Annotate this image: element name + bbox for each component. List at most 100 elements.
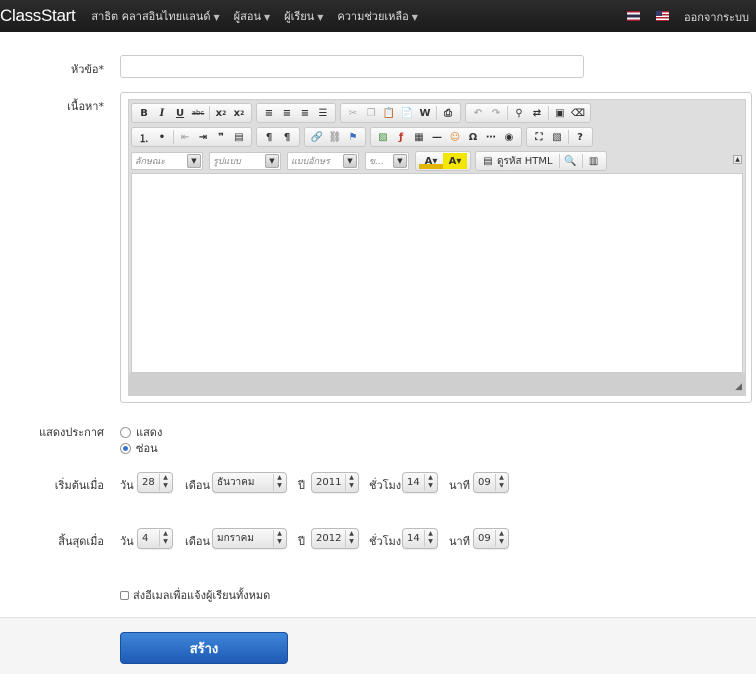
end-day-select[interactable]: 4 ▲ ▼	[137, 528, 173, 549]
find-icon[interactable]: ⚲	[510, 105, 528, 121]
bullet-list-icon[interactable]: •	[153, 129, 171, 145]
cut-icon[interactable]: ✂	[344, 105, 362, 121]
source-icon[interactable]: ▤	[479, 153, 497, 169]
up-down-arrows-icon: ▲ ▼	[495, 530, 507, 547]
anchor-flag-icon[interactable]: ⚑	[344, 129, 362, 145]
format-combo[interactable]: รูปแบบ ▼	[209, 152, 281, 170]
start-day-select[interactable]: 28 ▲ ▼	[137, 472, 173, 493]
up-down-arrows-icon: ▲ ▼	[273, 530, 285, 547]
create-button[interactable]: สร้าง	[120, 632, 288, 664]
align-center-icon[interactable]: ≡	[278, 105, 296, 121]
strikethrough-icon[interactable]: abc	[189, 105, 207, 121]
unlink-icon[interactable]: ⛓	[326, 129, 344, 145]
font-combo[interactable]: แบบอักษร ▼	[287, 152, 359, 170]
nav-teacher[interactable]: ผู้สอน ▼	[234, 7, 270, 25]
copy-icon[interactable]: ❐	[362, 105, 380, 121]
toolbar-separator	[209, 106, 210, 120]
eraser-icon[interactable]: ⌫	[569, 105, 587, 121]
end-month-select[interactable]: มกราคม ▲ ▼	[212, 528, 287, 549]
align-justify-icon[interactable]: ☰	[314, 105, 332, 121]
start-month-select[interactable]: ธันวาคม ▲ ▼	[212, 472, 287, 493]
title-input[interactable]	[120, 55, 584, 78]
bg-color-icon[interactable]: A▾	[443, 153, 467, 169]
flash-icon[interactable]: ƒ	[392, 129, 410, 145]
bold-icon[interactable]: B	[135, 105, 153, 121]
iframe-icon[interactable]: ◉	[500, 129, 518, 145]
paste-icon[interactable]: 📋	[380, 105, 398, 121]
show-blocks-icon[interactable]: ▧	[548, 129, 566, 145]
insert-group: ▨ ƒ ▦ — ☺ Ω ⋯ ◉	[370, 127, 522, 147]
align-right-icon[interactable]: ≡	[296, 105, 314, 121]
up-down-arrows-icon: ▲ ▼	[345, 530, 357, 547]
editor-content-area[interactable]	[131, 173, 743, 373]
help-icon[interactable]: ?	[571, 129, 589, 145]
end-minute-select[interactable]: 09 ▲ ▼	[473, 528, 509, 549]
page-break-icon[interactable]: ⋯	[482, 129, 500, 145]
notify-label: ส่งอีเมลเพื่อแจ้งผู้เรียนทั้งหมด	[133, 589, 271, 602]
logout-link[interactable]: ออกจากระบบ	[684, 8, 749, 26]
paste-text-icon[interactable]: 📄	[398, 105, 416, 121]
horizontal-rule-icon[interactable]: —	[428, 129, 446, 145]
redo-icon[interactable]: ↷	[487, 105, 505, 121]
blockquote-icon[interactable]: ❞	[212, 129, 230, 145]
special-char-icon[interactable]: Ω	[464, 129, 482, 145]
size-combo[interactable]: ข... ▼	[365, 152, 409, 170]
editor-footer: ◢	[129, 373, 745, 395]
nav-help-label: ความช่วยเหลือ	[337, 10, 409, 23]
source-button-label[interactable]: ดูรหัส HTML	[497, 154, 553, 169]
paste-word-icon[interactable]: W	[416, 105, 434, 121]
text-color-icon[interactable]: A▾	[419, 153, 443, 169]
outdent-icon[interactable]: ⇤	[176, 129, 194, 145]
nav-demo-school[interactable]: สาธิต คลาสอินไทยแลนด์ ▼	[91, 7, 219, 25]
templates-icon[interactable]: ▥	[585, 153, 603, 169]
smiley-icon[interactable]: ☺	[446, 129, 464, 145]
italic-icon[interactable]: I	[153, 105, 171, 121]
undo-icon[interactable]: ↶	[469, 105, 487, 121]
underline-icon[interactable]: U	[171, 105, 189, 121]
end-year-select[interactable]: 2012 ▲ ▼	[311, 528, 359, 549]
collapse-toolbar-icon[interactable]: ▲	[733, 155, 742, 164]
subscript-icon[interactable]: x2	[212, 105, 230, 121]
start-minute-select[interactable]: 09 ▲ ▼	[473, 472, 509, 493]
up-down-arrows-icon: ▲ ▼	[159, 474, 171, 491]
align-left-icon[interactable]: ≡	[260, 105, 278, 121]
top-navbar: ClassStart สาธิต คลาสอินไทยแลนด์ ▼ ผู้สอน…	[0, 0, 756, 32]
start-month-label: เดือน	[185, 479, 211, 492]
chevron-down-icon: ▼	[317, 13, 324, 22]
nav-student[interactable]: ผู้เรียน ▼	[284, 7, 323, 25]
print-icon[interactable]: ⎙	[439, 105, 457, 121]
maximize-icon[interactable]: ⛶	[530, 129, 548, 145]
start-minute-value: 09	[478, 477, 491, 488]
resize-handle-icon[interactable]: ◢	[735, 382, 742, 392]
styles-combo[interactable]: ลักษณะ ▼	[131, 152, 203, 170]
numbered-list-icon[interactable]: ⒈	[135, 129, 153, 145]
radio-hide-button[interactable]	[120, 442, 131, 454]
radio-hide[interactable]: ซ่อน	[120, 439, 158, 457]
end-hour-select[interactable]: 14 ▲ ▼	[402, 528, 438, 549]
start-year-select[interactable]: 2011 ▲ ▼	[311, 472, 359, 493]
preview-icon[interactable]: 🔍	[562, 153, 580, 169]
replace-icon[interactable]: ⇄	[528, 105, 546, 121]
table-icon[interactable]: ▦	[410, 129, 428, 145]
start-hour-select[interactable]: 14 ▲ ▼	[402, 472, 438, 493]
end-month-value: มกราคม	[217, 533, 254, 544]
thai-flag-icon[interactable]	[627, 11, 640, 21]
superscript-icon[interactable]: x2	[230, 105, 248, 121]
notify-checkbox[interactable]	[120, 590, 129, 600]
ltr-icon[interactable]: ¶	[260, 129, 278, 145]
notify-checkbox-row[interactable]: ส่งอีเมลเพื่อแจ้งผู้เรียนทั้งหมด	[120, 586, 270, 604]
link-icon[interactable]: 🔗	[308, 129, 326, 145]
nav-help[interactable]: ความช่วยเหลือ ▼	[337, 7, 418, 25]
image-icon[interactable]: ▨	[374, 129, 392, 145]
toolbar-separator	[548, 106, 549, 120]
indent-icon[interactable]: ⇥	[194, 129, 212, 145]
brand-logo[interactable]: ClassStart	[0, 6, 76, 26]
select-all-icon[interactable]: ▣	[551, 105, 569, 121]
radio-show-button[interactable]	[120, 426, 131, 438]
chevron-down-icon: ▼	[213, 13, 220, 22]
us-flag-icon[interactable]	[656, 11, 669, 21]
end-minute-value: 09	[478, 533, 491, 544]
div-container-icon[interactable]: ▤	[230, 129, 248, 145]
toolbar-row-1: B I U abc x2 x2 ≡ ≡ ≡ ☰ ✂ ❐ 📋 📄 W ⎙ ↶ ↷ …	[131, 103, 595, 123]
rtl-icon[interactable]: ¶	[278, 129, 296, 145]
